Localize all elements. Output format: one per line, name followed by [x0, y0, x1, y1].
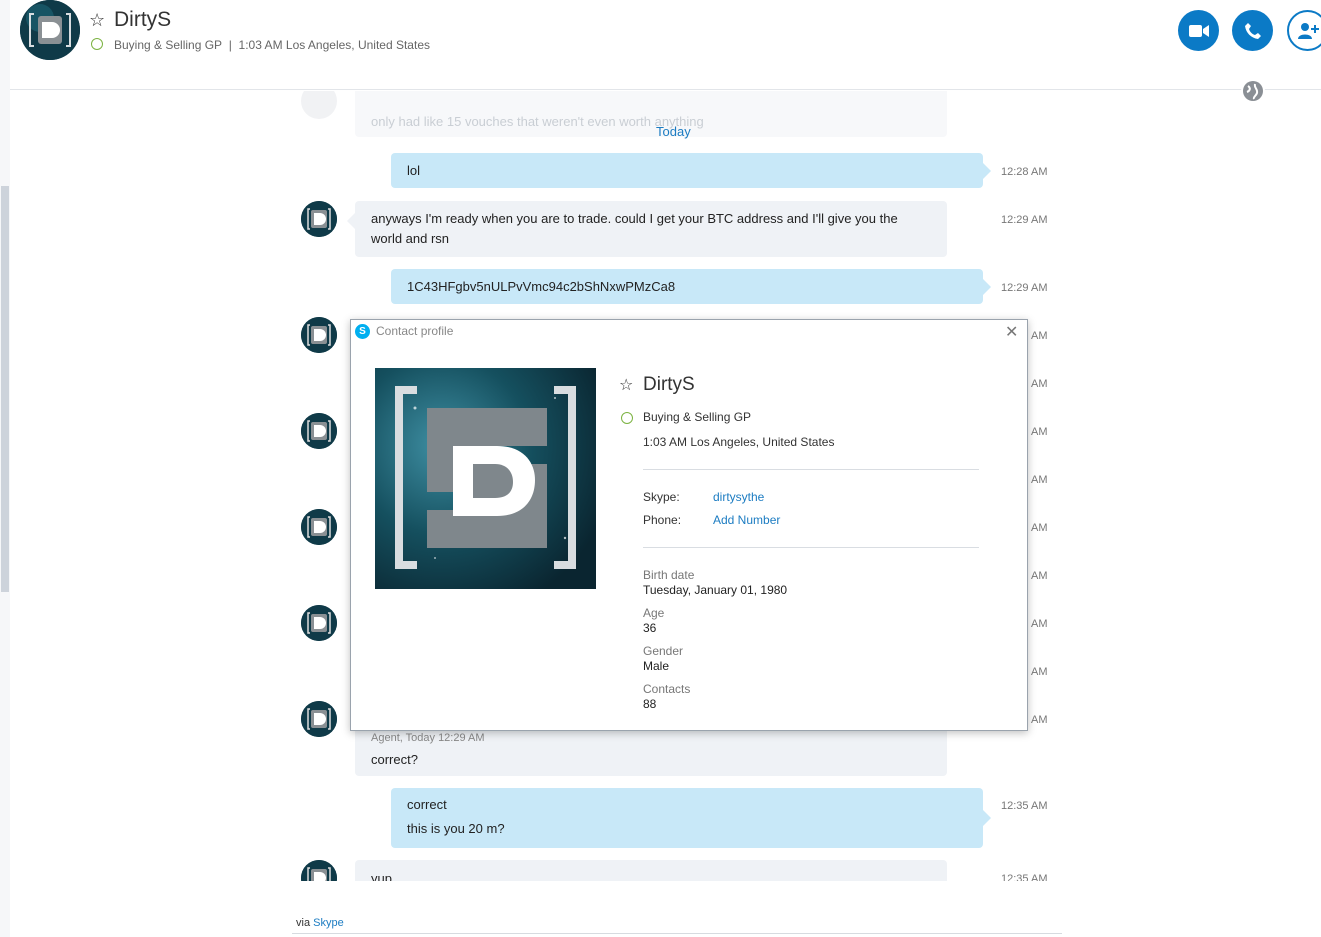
- message-timestamp: AM: [1031, 426, 1048, 438]
- avatar[interactable]: [301, 413, 337, 449]
- incoming-message[interactable]: anyways I'm ready when you are to trade.…: [347, 201, 947, 257]
- message-timestamp: 12:29 AM: [1001, 214, 1048, 226]
- message-timestamp: 12:28 AM: [1001, 166, 1048, 178]
- message-timestamp: AM: [1031, 618, 1048, 630]
- message-timestamp: 12:35 AM: [1001, 873, 1048, 881]
- divider: [643, 469, 979, 470]
- add-contact-icon: [1297, 22, 1319, 39]
- profile-photo: [375, 368, 596, 589]
- birth-date-value: Tuesday, January 01, 1980: [643, 583, 788, 597]
- message-sender-line: Agent, Today 12:29 AM: [371, 732, 485, 744]
- divider: [643, 547, 979, 548]
- skype-logo-icon: S: [355, 324, 370, 339]
- message-text: correct: [407, 797, 447, 812]
- message-timestamp: 12:35 AM: [1001, 800, 1048, 812]
- profile-name: DirtyS: [643, 374, 695, 395]
- contacts-value: 88: [643, 697, 657, 711]
- audio-call-icon: [1244, 22, 1261, 39]
- message-text: 1C43HFgbv5nULPvVmc94c2bShNxwPMzCa8: [407, 279, 676, 294]
- avatar[interactable]: [301, 860, 337, 881]
- conversation-header: ☆ DirtyS Buying & Selling GP | 1:03 AM L…: [0, 0, 1321, 103]
- outgoing-message[interactable]: lol: [391, 153, 991, 188]
- avatar: [301, 91, 337, 119]
- add-people-button[interactable]: [1287, 10, 1321, 51]
- favorite-star-icon[interactable]: ☆: [619, 375, 633, 395]
- globe-icon[interactable]: [1241, 79, 1265, 103]
- video-call-button[interactable]: [1178, 10, 1219, 51]
- via-attribution: via Skype: [296, 917, 344, 929]
- message-text: yup: [371, 871, 392, 881]
- message-timestamp: AM: [1031, 666, 1048, 678]
- close-icon[interactable]: ✕: [1005, 322, 1018, 342]
- dialog-title: Contact profile: [376, 324, 454, 338]
- message-timestamp: AM: [1031, 570, 1048, 582]
- day-separator: Today: [656, 124, 691, 139]
- message-text: correct?: [371, 752, 418, 767]
- outgoing-message[interactable]: 1C43HFgbv5nULPvVmc94c2bShNxwPMzCa8: [391, 269, 991, 304]
- message-timestamp: 12:29 AM: [1001, 282, 1048, 294]
- audio-call-button[interactable]: [1232, 10, 1273, 51]
- message-timestamp: AM: [1031, 330, 1048, 342]
- message-text: this is you 20 m?: [407, 821, 505, 836]
- skype-name-label: Skype:: [643, 490, 680, 504]
- avatar[interactable]: [301, 701, 337, 737]
- contact-mood-and-time: Buying & Selling GP | 1:03 AM Los Angele…: [114, 38, 430, 52]
- profile-mood: Buying & Selling GP: [643, 410, 752, 424]
- message-text: anyways I'm ready when you are to trade.…: [371, 211, 898, 246]
- skype-name-link[interactable]: dirtysythe: [713, 490, 764, 504]
- age-label: Age: [643, 606, 665, 620]
- add-number-link[interactable]: Add Number: [713, 513, 780, 527]
- avatar[interactable]: [301, 605, 337, 641]
- profile-local-time: 1:03 AM Los Angeles, United States: [643, 435, 835, 449]
- avatar[interactable]: [301, 201, 337, 237]
- left-rail: [0, 0, 10, 937]
- presence-icon: [91, 38, 103, 50]
- avatar[interactable]: [301, 509, 337, 545]
- age-value: 36: [643, 621, 657, 635]
- video-call-icon: [1188, 24, 1209, 37]
- scrollbar-thumb[interactable]: [1, 186, 9, 592]
- message-timestamp: AM: [1031, 522, 1048, 534]
- message-timestamp: AM: [1031, 714, 1048, 726]
- contact-name: DirtyS: [114, 8, 172, 31]
- message-timestamp: AM: [1031, 378, 1048, 390]
- dialog-titlebar[interactable]: S Contact profile ✕: [351, 320, 1027, 344]
- footer-divider: [292, 933, 1062, 934]
- contact-profile-dialog: S Contact profile ✕ ☆ DirtyS Buying & Se…: [350, 319, 1028, 731]
- header-divider: [10, 89, 1321, 90]
- presence-icon: [621, 412, 633, 424]
- favorite-star-icon[interactable]: ☆: [89, 10, 105, 31]
- contacts-label: Contacts: [643, 682, 691, 696]
- message-text: lol: [407, 163, 421, 178]
- outgoing-message[interactable]: correct this is you 20 m?: [391, 788, 991, 848]
- message-timestamp: AM: [1031, 474, 1048, 486]
- faded-message-text: only had like 15 vouches that weren't ev…: [371, 114, 704, 129]
- gender-label: Gender: [643, 644, 684, 658]
- avatar[interactable]: [301, 317, 337, 353]
- birth-date-label: Birth date: [643, 568, 695, 582]
- gender-value: Male: [643, 659, 670, 673]
- skype-link[interactable]: Skype: [313, 917, 344, 929]
- incoming-message[interactable]: yup: [355, 860, 947, 881]
- contact-avatar[interactable]: [20, 0, 80, 60]
- phone-label: Phone:: [643, 513, 682, 527]
